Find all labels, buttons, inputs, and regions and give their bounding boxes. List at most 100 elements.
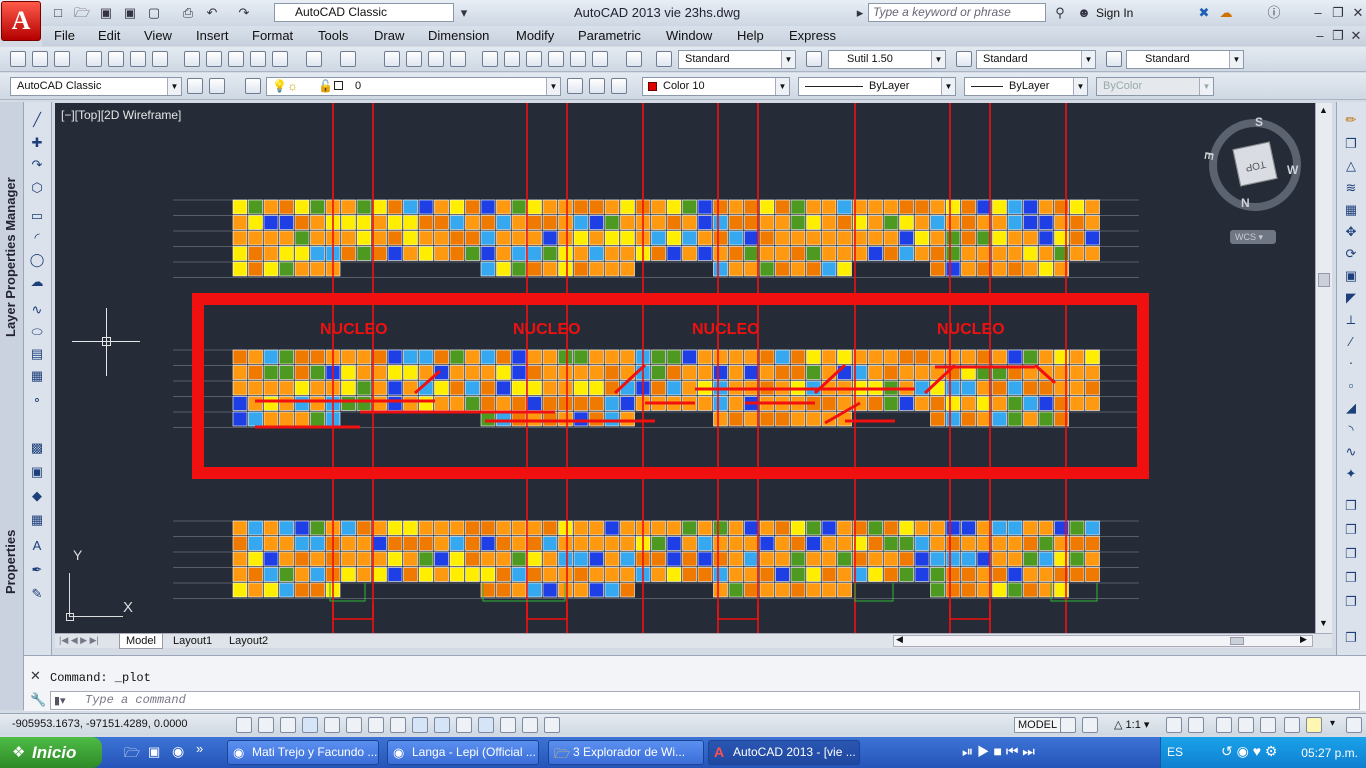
drawing-canvas[interactable]: [−][Top][2D Wireframe] NUCLEO NUCLEO NUC… [55,103,1315,633]
quick-view-layouts-icon[interactable] [1060,717,1076,733]
fillet-icon[interactable]: ◝ [1343,422,1359,438]
3dprint-icon[interactable] [152,51,168,67]
menu-view[interactable]: View [144,28,172,43]
viewcube-south[interactable]: S [1255,115,1263,129]
task-autocad[interactable]: AutoCAD 2013 - [vie ... [708,740,860,765]
close-command-line-icon[interactable]: ✕ [30,668,41,684]
tab-model[interactable]: Model [119,634,163,649]
menu-dimension[interactable]: Dimension [428,28,489,43]
polygon-icon[interactable]: ⬡ [29,180,45,196]
status-menu-icon[interactable]: ▾ [1330,718,1335,729]
model-space-button[interactable]: MODEL [1014,717,1062,733]
isolate-objects-icon[interactable] [1284,717,1300,733]
task-chrome-1[interactable]: Mati Trejo y Facundo ... [227,740,379,765]
layer-previous-icon[interactable] [589,78,605,94]
help-icon[interactable] [626,51,642,67]
viewcube-west[interactable]: W [1287,163,1298,177]
paste-icon[interactable] [228,51,244,67]
new-icon[interactable]: □ [50,5,66,20]
menu-draw[interactable]: Draw [374,28,404,43]
construction-line-icon[interactable]: ✚ [29,135,45,151]
viewcube-top-face[interactable]: TOP [1232,141,1278,187]
spline-icon[interactable]: ∿ [29,302,45,318]
text-front-icon[interactable]: ❐ [1343,570,1359,586]
qnew-icon[interactable] [10,51,26,67]
tab-navigation-arrows[interactable]: |◀ ◀ ▶ ▶| [59,635,99,646]
hatch-back-icon[interactable]: ❐ [1343,594,1359,610]
scale-icon[interactable]: ▣ [1343,268,1359,284]
application-menu-button[interactable]: A [1,1,41,41]
autodesk-360-icon[interactable]: ☁ [1218,5,1234,20]
table-icon[interactable]: ▦ [29,512,45,528]
save-icon[interactable]: ▣ [98,5,114,20]
mleader-style-select[interactable]: Standard ▼ [1126,50,1244,69]
break-icon[interactable]: ⋅ [1343,356,1359,372]
horizontal-scrollbar[interactable]: ◀ ▶ [893,634,1313,647]
text-style-icon[interactable] [656,51,672,67]
lineweight-select[interactable]: ByLayer ▼ [964,77,1088,96]
dyn-icon[interactable] [434,717,450,733]
send-back-icon[interactable]: ❐ [1343,546,1359,562]
color-select[interactable]: Color 10 ▼ [642,77,790,96]
search-expand-icon[interactable]: ▸ [852,5,868,20]
quick-access-dropdown-icon[interactable]: ▾ [456,5,472,20]
clean-screen-icon[interactable] [1346,717,1362,733]
scroll-down-icon[interactable]: ▼ [1319,618,1328,628]
tab-layout2[interactable]: Layout2 [223,634,274,649]
task-chrome-2[interactable]: Langa - Lepi (Official ... [387,740,539,765]
vertical-scrollbar[interactable]: ▲ ▼ [1315,103,1332,633]
command-input[interactable]: Type a command [50,691,1360,710]
array-icon[interactable]: ▦ [1343,202,1359,218]
revcloud-icon[interactable]: ☁ [29,274,45,290]
explode-icon[interactable]: ✦ [1343,466,1359,482]
match-properties-icon[interactable]: ✏ [1343,112,1359,128]
design-center-icon[interactable] [504,51,520,67]
annotation-visibility-icon[interactable] [1166,717,1182,733]
quick-launch-app-icon[interactable]: ▣ [148,744,160,760]
media-player-icons[interactable]: ⏯ ▶ ■ ⏮ ⏭ [962,743,1035,760]
plot-icon[interactable]: ⎙ [180,5,196,20]
open-icon[interactable]: 🗁 [74,5,90,20]
trim-icon[interactable]: ⟂ [1343,312,1359,328]
mleader-style-icon[interactable] [1106,51,1122,67]
plot-icon[interactable] [86,51,102,67]
mtext-icon[interactable]: A [29,538,45,554]
user-icon[interactable]: ☻ [1076,5,1092,20]
scroll-left-icon[interactable]: ◀ [896,634,903,645]
menu-window[interactable]: Window [666,28,712,43]
join-icon[interactable]: ▫ [1343,378,1359,394]
block-editor-icon[interactable] [272,51,288,67]
layer-state-icon[interactable] [611,78,627,94]
point-icon[interactable]: ∘ [29,392,45,408]
restore-icon[interactable]: ❐ [1330,5,1346,20]
move-icon[interactable]: ✥ [1343,224,1359,240]
auto-scale-icon[interactable] [1188,717,1204,733]
3d-osnap-icon[interactable] [368,717,384,733]
add-selected-icon[interactable]: ✒ [29,562,45,578]
make-block-icon[interactable]: ▦ [29,368,45,384]
bring-front-icon[interactable]: ❐ [1343,522,1359,538]
mirror-icon[interactable]: △ [1343,158,1359,174]
gradient-icon[interactable]: ▣ [29,464,45,480]
infer-constraints-icon[interactable] [236,717,252,733]
bring-above-icon[interactable]: ❐ [1343,630,1359,646]
workspace-settings-icon[interactable] [187,78,203,94]
menu-modify[interactable]: Modify [516,28,554,43]
polyline-icon[interactable]: ↷ [29,157,45,173]
tool-palettes-icon[interactable] [526,51,542,67]
language-indicator[interactable]: ES [1167,745,1183,759]
viewcube-north[interactable]: N [1241,196,1250,210]
undo-icon[interactable] [306,51,322,67]
menu-edit[interactable]: Edit [98,28,120,43]
properties-tab[interactable]: Properties [3,530,18,594]
lock-icon[interactable] [1238,717,1254,733]
transparency-icon[interactable] [478,717,494,733]
workspace-select[interactable]: AutoCAD Classic [274,3,454,22]
viewport-controls[interactable]: [−][Top][2D Wireframe] [61,108,181,122]
task-explorer[interactable]: 3 Explorador de Wi... [548,740,704,765]
publish-icon[interactable]: ▢ [146,5,162,20]
markup-icon[interactable] [570,51,586,67]
hardware-acceleration-icon[interactable] [1260,717,1276,733]
publish-icon[interactable] [130,51,146,67]
scroll-up-icon[interactable]: ▲ [1319,105,1328,115]
